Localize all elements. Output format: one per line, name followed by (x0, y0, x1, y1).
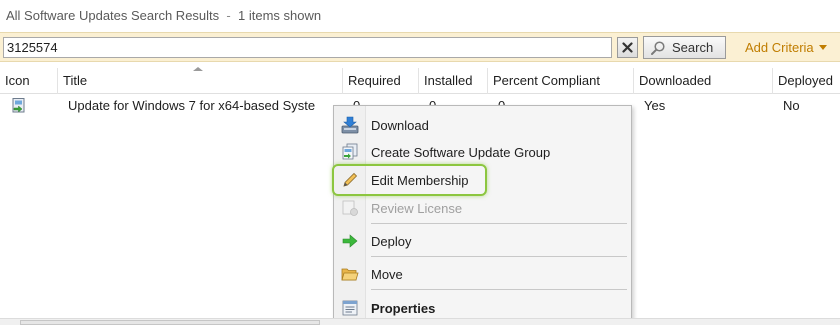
column-header-downloaded[interactable]: Downloaded (634, 68, 773, 94)
menu-item-deploy[interactable]: Deploy (334, 228, 631, 254)
search-button[interactable]: Search (643, 36, 726, 59)
grid-header: Icon Title Required Installed Percent Co… (0, 67, 840, 94)
add-criteria-label: Add Criteria (745, 40, 814, 55)
menu-item-deploy-label: Deploy (371, 233, 412, 249)
title-separator: - (226, 8, 231, 23)
menu-item-download-label: Download (371, 117, 429, 133)
properties-icon (342, 300, 358, 316)
search-button-label: Search (672, 40, 714, 55)
license-icon (342, 200, 358, 216)
clear-search-button[interactable] (617, 37, 638, 58)
menu-item-create-software-update-group-label: Create Software Update Group (371, 144, 551, 160)
menu-item-properties-label: Properties (371, 300, 436, 316)
highlight-outline (332, 164, 487, 196)
menu-item-move-label: Move (371, 266, 403, 282)
download-icon (341, 116, 359, 134)
row-downloaded: Yes (644, 98, 666, 113)
search-bar: Search Add Criteria (0, 32, 840, 62)
software-update-icon (12, 98, 25, 113)
menu-item-review-license-label: Review License (371, 200, 463, 216)
add-criteria-button[interactable]: Add Criteria (745, 40, 827, 55)
menu-item-move[interactable]: Move (334, 261, 631, 287)
row-deployed: No (783, 98, 800, 113)
close-icon (622, 42, 633, 53)
context-menu: Download Create Software Update Group Ed… (333, 105, 632, 325)
column-header-icon[interactable]: Icon (0, 68, 58, 94)
menu-item-review-license: Review License (334, 195, 631, 221)
search-input[interactable] (3, 37, 612, 58)
column-header-deployed[interactable]: Deployed (773, 68, 840, 94)
results-title: All Software Updates Search Results - 1 … (6, 8, 321, 23)
menu-separator (371, 289, 627, 290)
menu-separator (371, 256, 627, 257)
folder-icon (341, 268, 359, 281)
menu-separator (371, 223, 627, 224)
scrollbar-thumb[interactable] (20, 320, 320, 325)
horizontal-scrollbar[interactable] (0, 318, 840, 325)
menu-item-download[interactable]: Download (334, 112, 631, 138)
row-title: Update for Windows 7 for x64-based Syste (68, 98, 316, 113)
chevron-down-icon (818, 45, 827, 50)
magnifier-icon (651, 40, 665, 55)
green-arrow-icon (342, 234, 358, 248)
column-header-percent-compliant[interactable]: Percent Compliant (488, 68, 634, 94)
column-header-installed[interactable]: Installed (419, 68, 488, 94)
column-header-title[interactable]: Title (58, 68, 343, 94)
results-header: All Software Updates Search Results - 1 … (0, 0, 840, 32)
results-title-text: All Software Updates Search Results (6, 8, 220, 23)
update-group-icon (342, 143, 358, 160)
column-header-required[interactable]: Required (343, 68, 419, 94)
menu-item-create-software-update-group[interactable]: Create Software Update Group (334, 139, 631, 165)
items-count: 1 items shown (238, 8, 322, 23)
